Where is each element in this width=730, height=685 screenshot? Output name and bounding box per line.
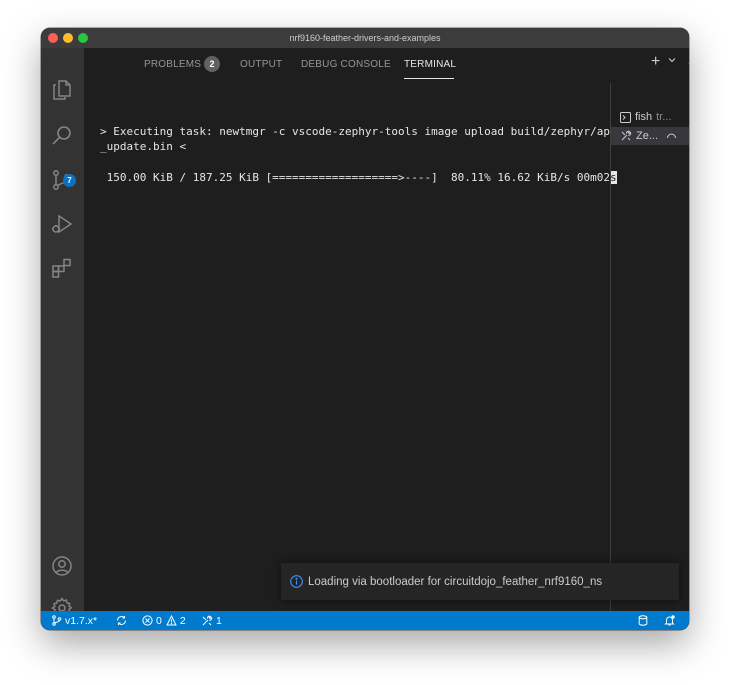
tasks-count: 1 xyxy=(216,614,222,627)
tab-output[interactable]: OUTPUT xyxy=(240,59,282,70)
vscode-window: nrf9160-feather-drivers-and-examples 7 P… xyxy=(41,28,689,630)
panel-header: PROBLEMS 2 OUTPUT DEBUG CONSOLE TERMINAL… xyxy=(84,48,689,83)
sync-icon xyxy=(117,616,126,625)
terminal-dropdown-button[interactable] xyxy=(668,56,676,64)
terminal-list-item-fish[interactable]: fish tr... xyxy=(611,108,689,126)
terminal-list-item-zephyr[interactable]: Ze... xyxy=(611,127,689,145)
branch-name: v1.7.x* xyxy=(65,614,98,627)
terminal-name: Ze... xyxy=(636,130,659,142)
active-tab-indicator xyxy=(404,78,454,79)
sync-button[interactable] xyxy=(116,611,127,630)
progress-text: 150.00 KiB / 187.25 KiB [===============… xyxy=(100,171,610,184)
activity-bar: 7 xyxy=(41,48,84,619)
git-branch-icon xyxy=(52,615,62,626)
maximize-window-button[interactable] xyxy=(78,33,88,43)
database-button[interactable] xyxy=(638,611,648,630)
close-window-button[interactable] xyxy=(48,33,58,43)
branch-indicator[interactable]: v1.7.x* xyxy=(51,611,97,630)
terminal-progress-line: 150.00 KiB / 187.25 KiB [===============… xyxy=(100,170,617,185)
terminal-line: _update.bin < xyxy=(100,140,187,153)
terminal-icon xyxy=(620,111,631,123)
notification-text: Loading via bootloader for circuitdojo_f… xyxy=(308,575,603,588)
problems-count-badge: 2 xyxy=(204,56,220,72)
tools-icon xyxy=(202,615,213,626)
status-bar: v1.7.x* 0 2 1 xyxy=(41,611,689,630)
terminal-list: fish tr... Ze... xyxy=(611,83,689,611)
minimize-window-button[interactable] xyxy=(63,33,73,43)
source-control-badge: 7 xyxy=(63,174,76,187)
tab-debug-console[interactable]: DEBUG CONSOLE xyxy=(301,59,391,70)
explorer-icon[interactable] xyxy=(50,78,74,102)
run-and-debug-icon[interactable] xyxy=(50,212,74,236)
accounts-icon[interactable] xyxy=(50,554,74,578)
info-icon xyxy=(290,575,303,588)
tab-problems[interactable]: PROBLEMS xyxy=(144,59,201,70)
bell-icon xyxy=(664,615,675,626)
warning-count: 2 xyxy=(179,614,186,627)
loading-spinner-icon xyxy=(667,133,677,138)
problems-indicator[interactable]: 0 2 xyxy=(142,611,186,630)
terminal-detail: tr... xyxy=(656,111,672,123)
new-terminal-button[interactable]: + xyxy=(651,54,660,70)
terminal-line: > Executing task: newtmgr -c vscode-zeph… xyxy=(100,125,617,138)
window-controls xyxy=(48,33,88,43)
tasks-indicator[interactable]: 1 xyxy=(201,611,222,630)
tab-terminal[interactable]: TERMINAL xyxy=(404,59,456,70)
error-count: 0 xyxy=(156,614,162,627)
warning-icon xyxy=(166,615,177,626)
tools-icon xyxy=(621,130,632,141)
terminal-output[interactable]: > Executing task: newtmgr -c vscode-zeph… xyxy=(84,83,617,611)
error-icon xyxy=(142,615,153,626)
window-title: nrf9160-feather-drivers-and-examples xyxy=(289,33,441,43)
chevron-down-icon xyxy=(668,58,676,63)
search-icon[interactable] xyxy=(50,124,74,148)
notifications-button[interactable] xyxy=(664,611,675,630)
database-icon xyxy=(638,615,648,626)
chevron-down-icon xyxy=(688,63,689,64)
extensions-icon[interactable] xyxy=(50,256,74,280)
title-bar: nrf9160-feather-drivers-and-examples xyxy=(41,28,689,48)
notification-toast[interactable]: Loading via bootloader for circuitdojo_f… xyxy=(281,563,679,600)
maximize-panel-button[interactable] xyxy=(688,60,689,70)
terminal-name: fish xyxy=(635,111,653,123)
